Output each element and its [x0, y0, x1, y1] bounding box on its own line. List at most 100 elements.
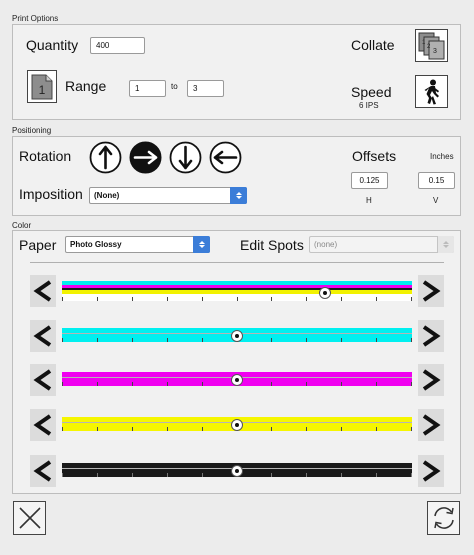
offset-v-input[interactable]: 0.15: [418, 172, 455, 189]
paper-select[interactable]: Photo Glossy: [65, 236, 210, 253]
slider-tick: [202, 382, 203, 386]
chevron-right-icon: [422, 325, 441, 347]
slider-tick: [132, 473, 133, 477]
speed-value: 6 IPS: [359, 101, 379, 110]
slider-tick: [341, 427, 342, 431]
slider-thumb[interactable]: [231, 330, 243, 342]
slider-tick: [62, 427, 63, 431]
offset-v-label: V: [433, 196, 439, 205]
rotation-up-button[interactable]: [89, 141, 122, 174]
slider-tick: [271, 427, 272, 431]
offsets-label: Offsets: [352, 148, 397, 164]
collate-label: Collate: [351, 37, 395, 53]
range-from-input[interactable]: 1: [129, 80, 166, 97]
color-slider-yellow: [30, 409, 444, 441]
chevron-updown-icon: [193, 236, 210, 253]
slider-increase-button[interactable]: [418, 409, 444, 441]
slider-tick: [62, 382, 63, 386]
slider-decrease-button[interactable]: [30, 320, 56, 352]
color-divider: [30, 262, 444, 263]
chevron-updown-icon: [437, 236, 454, 253]
slider-tick: [271, 297, 272, 301]
chevron-left-icon: [33, 280, 52, 302]
slider-tick: [132, 338, 133, 342]
slider-thumb[interactable]: [231, 465, 243, 477]
range-to-input[interactable]: 3: [187, 80, 224, 97]
slider-increase-button[interactable]: [418, 455, 444, 487]
slider-tick: [167, 473, 168, 477]
slider-tick: [411, 338, 412, 342]
slider-tick: [341, 297, 342, 301]
slider-tick: [97, 382, 98, 386]
slider-tick: [62, 338, 63, 342]
slider-decrease-button[interactable]: [30, 364, 56, 396]
slider-tick: [97, 338, 98, 342]
slider-tick: [341, 473, 342, 477]
collate-button[interactable]: 1 2 3: [415, 29, 448, 62]
quantity-input[interactable]: 400: [90, 37, 145, 54]
page-icon-number: 1: [39, 83, 46, 97]
slider-tick: [202, 338, 203, 342]
slider-tick: [341, 382, 342, 386]
slider-tick: [306, 297, 307, 301]
slider-thumb[interactable]: [318, 287, 331, 299]
rotation-down-button[interactable]: [169, 141, 202, 174]
slider-tick: [411, 382, 412, 386]
close-x-icon: [18, 507, 41, 529]
range-to-label: to: [171, 82, 178, 91]
slider-tick: [132, 297, 133, 301]
offset-h-input[interactable]: 0.125: [351, 172, 388, 189]
slider-tick: [271, 338, 272, 342]
color-section-label: Color: [12, 221, 32, 230]
slider-tick: [97, 473, 98, 477]
slider-decrease-button[interactable]: [30, 409, 56, 441]
imposition-select[interactable]: (None): [89, 187, 247, 204]
slider-tick: [271, 382, 272, 386]
page-icon: 1: [31, 74, 53, 99]
slider-increase-button[interactable]: [418, 320, 444, 352]
positioning-section-label: Positioning: [12, 126, 52, 135]
slider-tick: [202, 473, 203, 477]
print-options-section-label: Print Options: [12, 14, 59, 23]
slider-tick: [167, 427, 168, 431]
slider-tick: [97, 297, 98, 301]
chevron-left-icon: [33, 414, 52, 436]
rotation-right-button[interactable]: [129, 141, 162, 174]
edit-spots-label: Edit Spots: [240, 237, 304, 253]
slider-decrease-button[interactable]: [30, 455, 56, 487]
range-toggle[interactable]: 1: [27, 70, 57, 103]
chevron-right-icon: [422, 460, 441, 482]
edit-spots-select[interactable]: (none): [309, 236, 454, 253]
slider-tick: [167, 297, 168, 301]
slider-thumb[interactable]: [231, 419, 243, 431]
slider-decrease-button[interactable]: [30, 275, 56, 307]
collate-pages-icon: 1 2 3: [418, 32, 444, 59]
slider-tick: [376, 382, 377, 386]
slider-tick: [376, 297, 377, 301]
paper-value: Photo Glossy: [70, 240, 122, 249]
chevron-left-icon: [33, 460, 52, 482]
slider-increase-button[interactable]: [418, 364, 444, 396]
paper-label: Paper: [19, 237, 57, 253]
imposition-label: Imposition: [19, 186, 83, 202]
slider-tick: [306, 427, 307, 431]
refresh-icon: [433, 507, 454, 529]
slider-tick: [202, 427, 203, 431]
slider-tick: [237, 297, 238, 301]
slider-tick: [271, 473, 272, 477]
slider-tick: [411, 427, 412, 431]
slider-increase-button[interactable]: [418, 275, 444, 307]
chevron-updown-icon: [230, 187, 247, 204]
slider-tick: [411, 473, 412, 477]
chevron-right-icon: [422, 280, 441, 302]
slider-tick: [132, 427, 133, 431]
chevron-right-icon: [422, 369, 441, 391]
imposition-value: (None): [94, 191, 120, 200]
speed-button[interactable]: [415, 75, 448, 108]
offset-h-label: H: [366, 196, 372, 205]
slider-tick: [306, 473, 307, 477]
cancel-button[interactable]: [13, 501, 46, 535]
refresh-button[interactable]: [427, 501, 460, 535]
slider-thumb[interactable]: [231, 374, 243, 386]
rotation-left-button[interactable]: [209, 141, 242, 174]
